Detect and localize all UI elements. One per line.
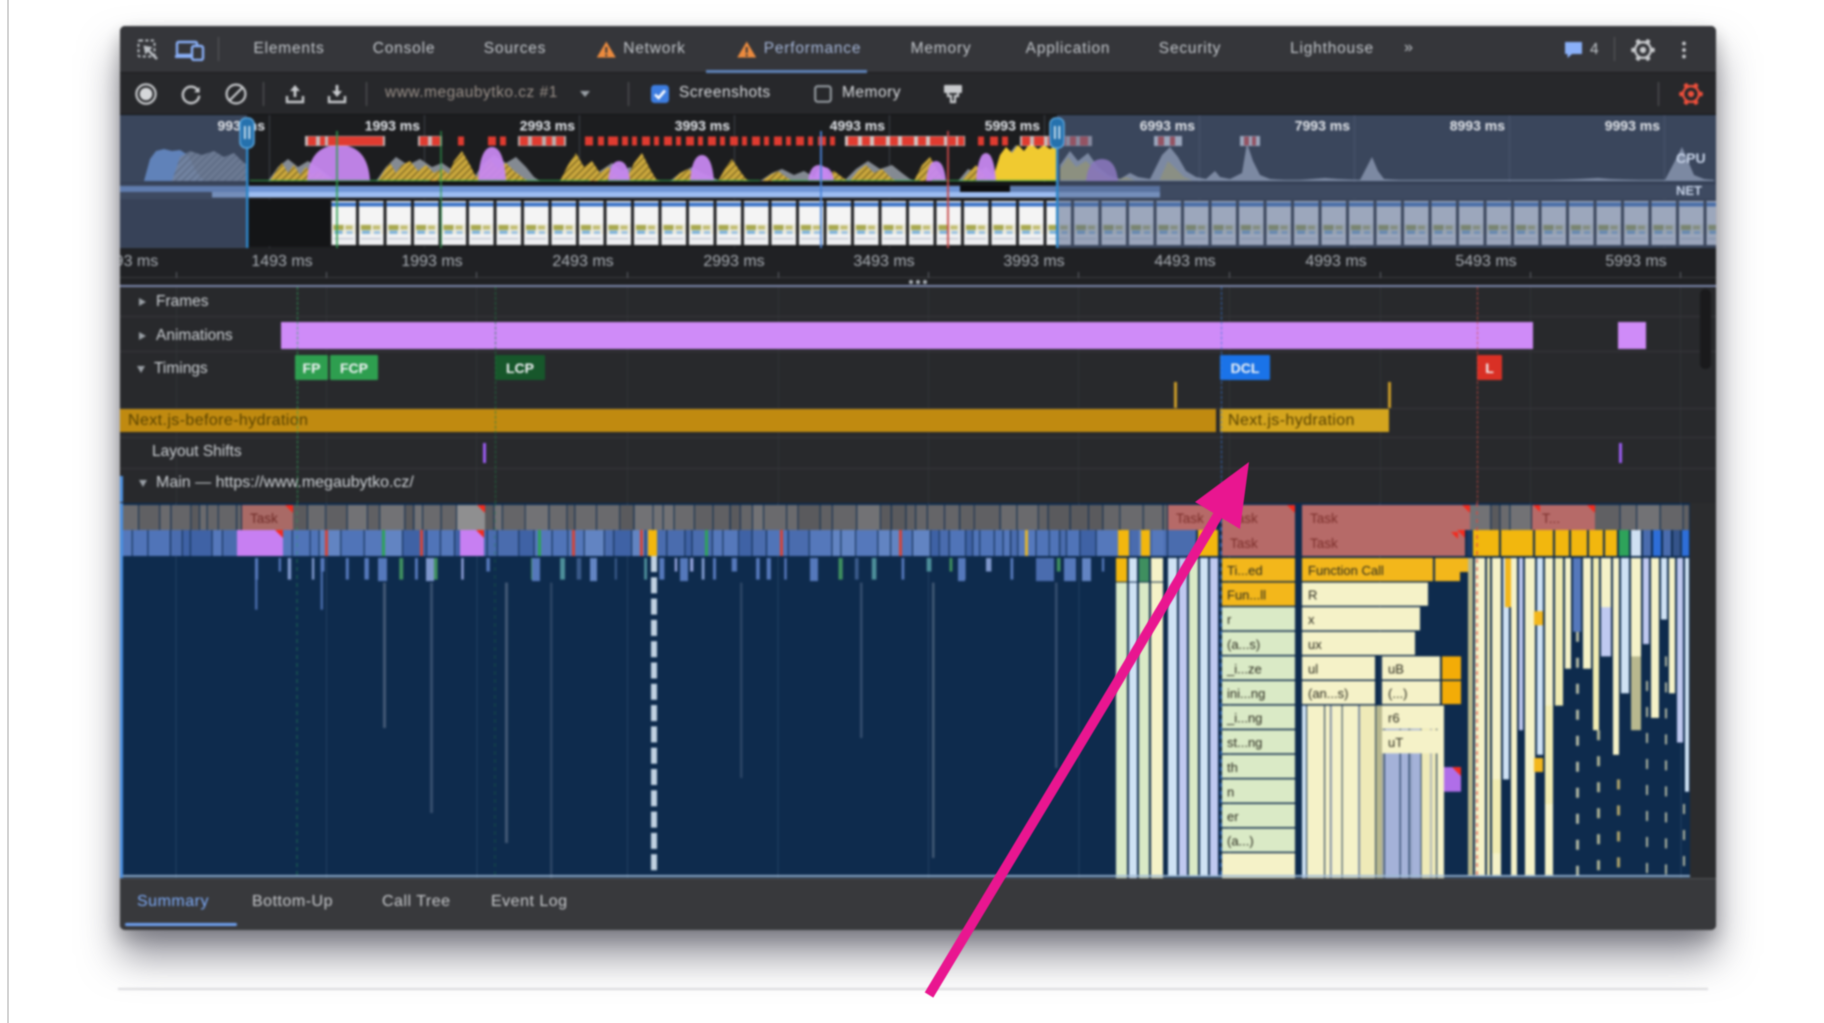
svg-text:n: n <box>1227 784 1234 799</box>
svg-text:ux: ux <box>1308 637 1322 652</box>
svg-text:ini...ng: ini...ng <box>1227 686 1265 701</box>
svg-text:x: x <box>1308 612 1315 627</box>
svg-text:CPU: CPU <box>1676 150 1706 166</box>
svg-text:Task: Task <box>1310 511 1338 526</box>
svg-text:(...): (...) <box>1388 686 1408 701</box>
svg-text:Task: Task <box>1310 536 1338 551</box>
svg-text:NET: NET <box>1676 183 1702 198</box>
svg-text:1993 ms: 1993 ms <box>365 118 420 134</box>
svg-text:2993 ms: 2993 ms <box>520 118 575 134</box>
svg-text:7993 ms: 7993 ms <box>1295 118 1350 134</box>
svg-text:9993 ms: 9993 ms <box>1605 118 1660 134</box>
svg-text:(a...): (a...) <box>1227 834 1254 849</box>
svg-text:er: er <box>1227 809 1239 824</box>
svg-text:Task: Task <box>250 511 278 526</box>
svg-text:(an...s): (an...s) <box>1308 686 1348 701</box>
svg-text:_i...ze: _i...ze <box>1226 661 1262 676</box>
svg-text:T...: T... <box>1542 511 1560 526</box>
svg-text:_i...ng: _i...ng <box>1226 711 1262 726</box>
svg-text:r6: r6 <box>1388 711 1400 726</box>
svg-text:ul: ul <box>1308 661 1318 676</box>
svg-text:st...ng: st...ng <box>1227 735 1262 750</box>
svg-text:uB: uB <box>1388 661 1404 676</box>
svg-text:r: r <box>1227 612 1232 627</box>
svg-text:8993 ms: 8993 ms <box>1450 118 1505 134</box>
svg-text:Task: Task <box>1230 536 1258 551</box>
svg-text:Ti...ed: Ti...ed <box>1227 563 1263 578</box>
svg-text:Task: Task <box>1230 511 1258 526</box>
svg-text:4993 ms: 4993 ms <box>830 118 885 134</box>
svg-text:Function Call: Function Call <box>1308 563 1384 578</box>
svg-text:R: R <box>1308 588 1317 603</box>
svg-text:Task: Task <box>1176 511 1204 526</box>
svg-text:6993 ms: 6993 ms <box>1140 118 1195 134</box>
svg-text:5993 ms: 5993 ms <box>985 118 1040 134</box>
svg-text:Fun...ll: Fun...ll <box>1227 588 1266 603</box>
svg-text:(a...s): (a...s) <box>1227 637 1260 652</box>
svg-text:uT: uT <box>1388 735 1403 750</box>
svg-text:3993 ms: 3993 ms <box>675 118 730 134</box>
svg-text:th: th <box>1227 760 1238 775</box>
